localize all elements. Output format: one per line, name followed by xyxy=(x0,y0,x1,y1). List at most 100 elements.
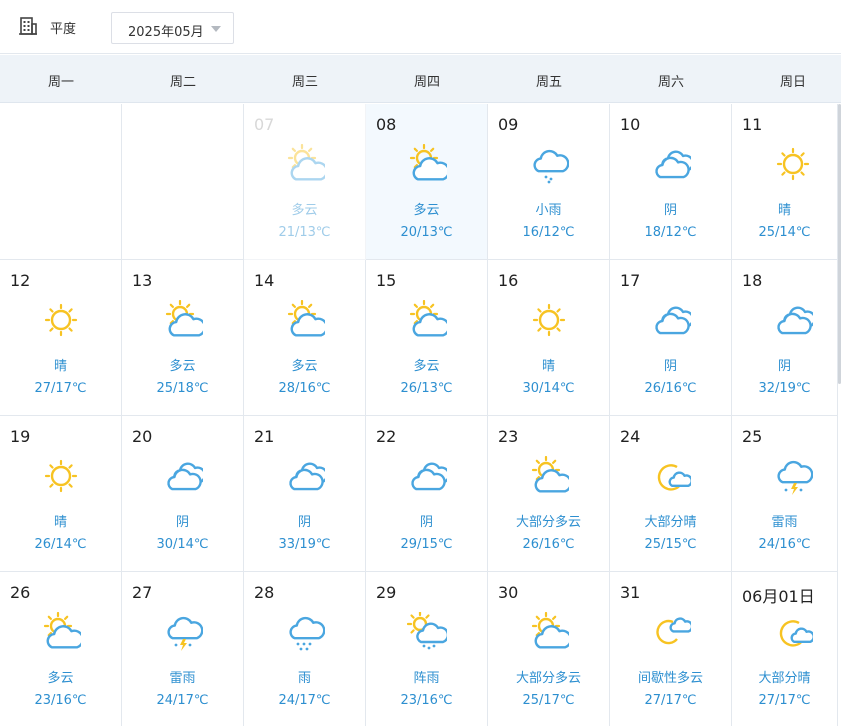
temperature-range: 27/17℃ xyxy=(758,693,811,708)
sunny-icon xyxy=(41,300,81,340)
day-cell[interactable]: 06月01日 大部分晴 27/17℃ xyxy=(732,572,838,726)
rain-icon xyxy=(285,612,326,652)
weather-description: 阴 xyxy=(663,203,677,218)
weather-description: 晴 xyxy=(541,359,555,374)
temperature-range: 23/16℃ xyxy=(400,693,453,708)
overcast-icon xyxy=(285,456,329,496)
thunderstorm-icon xyxy=(773,456,814,496)
day-cell[interactable]: 11 晴 25/14℃ xyxy=(732,104,838,260)
weather-description: 晴 xyxy=(777,203,791,218)
empty-cell xyxy=(0,104,122,260)
day-number: 31 xyxy=(620,583,641,602)
day-cell[interactable]: 09 小雨 16/12℃ xyxy=(488,104,610,260)
weather-description: 间歇性多云 xyxy=(637,671,703,686)
partly-cloudy-icon xyxy=(529,455,573,496)
mostly-sunny-icon xyxy=(651,456,693,496)
weather-description: 雷雨 xyxy=(169,671,196,686)
day-number: 25 xyxy=(742,427,763,446)
temperature-range: 24/16℃ xyxy=(758,537,811,552)
temperature-range: 24/17℃ xyxy=(278,693,331,708)
temperature-range: 16/12℃ xyxy=(522,225,575,240)
weekday-label: 周四 xyxy=(413,75,440,90)
day-number: 07 xyxy=(254,115,275,134)
overcast-icon xyxy=(407,456,451,496)
day-number: 28 xyxy=(254,583,275,602)
partly-cloudy-icon xyxy=(41,611,85,652)
day-cell[interactable]: 15 多云 26/13℃ xyxy=(366,260,488,416)
day-cell[interactable]: 17 阴 26/16℃ xyxy=(610,260,732,416)
day-cell[interactable]: 10 阴 18/12℃ xyxy=(610,104,732,260)
day-number: 27 xyxy=(132,583,153,602)
day-cell[interactable]: 13 多云 25/18℃ xyxy=(122,260,244,416)
day-cell[interactable]: 21 阴 33/19℃ xyxy=(244,416,366,572)
day-number: 10 xyxy=(620,115,641,134)
day-cell[interactable]: 26 多云 23/16℃ xyxy=(0,572,122,726)
day-cell[interactable]: 24 大部分晴 25/15℃ xyxy=(610,416,732,572)
temperature-range: 25/14℃ xyxy=(758,225,811,240)
temperature-range: 25/18℃ xyxy=(156,381,209,396)
day-cell[interactable]: 23 大部分多云 26/16℃ xyxy=(488,416,610,572)
day-cell[interactable]: 29 阵雨 23/16℃ xyxy=(366,572,488,726)
temperature-range: 25/17℃ xyxy=(522,693,575,708)
weather-description: 大部分多云 xyxy=(515,515,581,530)
temperature-range: 27/17℃ xyxy=(34,381,87,396)
building-icon xyxy=(18,16,38,36)
weather-description: 晴 xyxy=(53,515,67,530)
day-cell[interactable]: 18 阴 32/19℃ xyxy=(732,260,838,416)
day-number: 11 xyxy=(742,115,763,134)
city-name: 平度 xyxy=(50,22,77,37)
weather-description: 大部分晴 xyxy=(644,515,697,530)
calendar-grid: 07 多云 21/13℃ 08 多云 20/13℃ 09 小雨 16/12℃ 10 阴 18/12℃ 1… xyxy=(0,104,841,726)
day-number: 20 xyxy=(132,427,153,446)
weather-description: 多云 xyxy=(413,359,440,374)
temperature-range: 24/17℃ xyxy=(156,693,209,708)
temperature-range: 23/16℃ xyxy=(34,693,87,708)
partly-cloudy-icon xyxy=(163,299,207,340)
day-number: 13 xyxy=(132,271,153,290)
day-cell[interactable]: 22 阴 29/15℃ xyxy=(366,416,488,572)
sunny-icon xyxy=(773,144,813,184)
day-cell[interactable]: 20 阴 30/14℃ xyxy=(122,416,244,572)
day-cell[interactable]: 14 多云 28/16℃ xyxy=(244,260,366,416)
day-cell[interactable]: 30 大部分多云 25/17℃ xyxy=(488,572,610,726)
temperature-range: 26/13℃ xyxy=(400,381,453,396)
temperature-range: 30/14℃ xyxy=(156,537,209,552)
weather-description: 小雨 xyxy=(535,203,562,218)
temperature-range: 27/17℃ xyxy=(644,693,697,708)
temperature-range: 26/16℃ xyxy=(522,537,575,552)
day-number: 23 xyxy=(498,427,519,446)
weather-description: 晴 xyxy=(53,359,67,374)
day-number: 21 xyxy=(254,427,275,446)
month-select[interactable]: 2025年05月 xyxy=(111,12,234,44)
thunder-shower-icon xyxy=(163,612,204,652)
day-number: 12 xyxy=(10,271,31,290)
day-cell[interactable]: 08 多云 20/13℃ xyxy=(366,104,488,260)
weekday-label: 周日 xyxy=(779,75,806,90)
day-number: 30 xyxy=(498,583,519,602)
temperature-range: 21/13℃ xyxy=(278,225,331,240)
day-cell[interactable]: 12 晴 27/17℃ xyxy=(0,260,122,416)
temperature-range: 32/19℃ xyxy=(758,381,811,396)
day-cell[interactable]: 16 晴 30/14℃ xyxy=(488,260,610,416)
day-cell[interactable]: 31 间歇性多云 27/17℃ xyxy=(610,572,732,726)
weather-description: 多云 xyxy=(291,359,318,374)
day-cell[interactable]: 27 雷雨 24/17℃ xyxy=(122,572,244,726)
day-cell[interactable]: 28 雨 24/17℃ xyxy=(244,572,366,726)
partly-cloudy-icon xyxy=(529,611,573,652)
day-number: 17 xyxy=(620,271,641,290)
temperature-range: 18/12℃ xyxy=(644,225,697,240)
day-number: 14 xyxy=(254,271,275,290)
day-number: 15 xyxy=(376,271,397,290)
day-cell[interactable]: 25 雷雨 24/16℃ xyxy=(732,416,838,572)
day-number: 26 xyxy=(10,583,31,602)
day-cell[interactable]: 19 晴 26/14℃ xyxy=(0,416,122,572)
mostly-sunny-icon xyxy=(773,612,815,652)
weather-description: 阵雨 xyxy=(413,671,440,686)
temperature-range: 33/19℃ xyxy=(278,537,331,552)
day-cell[interactable]: 07 多云 21/13℃ xyxy=(244,104,366,260)
weather-description: 多云 xyxy=(413,203,440,218)
overcast-icon xyxy=(651,300,695,340)
day-number: 24 xyxy=(620,427,641,446)
overcast-icon xyxy=(651,144,695,184)
day-number: 22 xyxy=(376,427,397,446)
